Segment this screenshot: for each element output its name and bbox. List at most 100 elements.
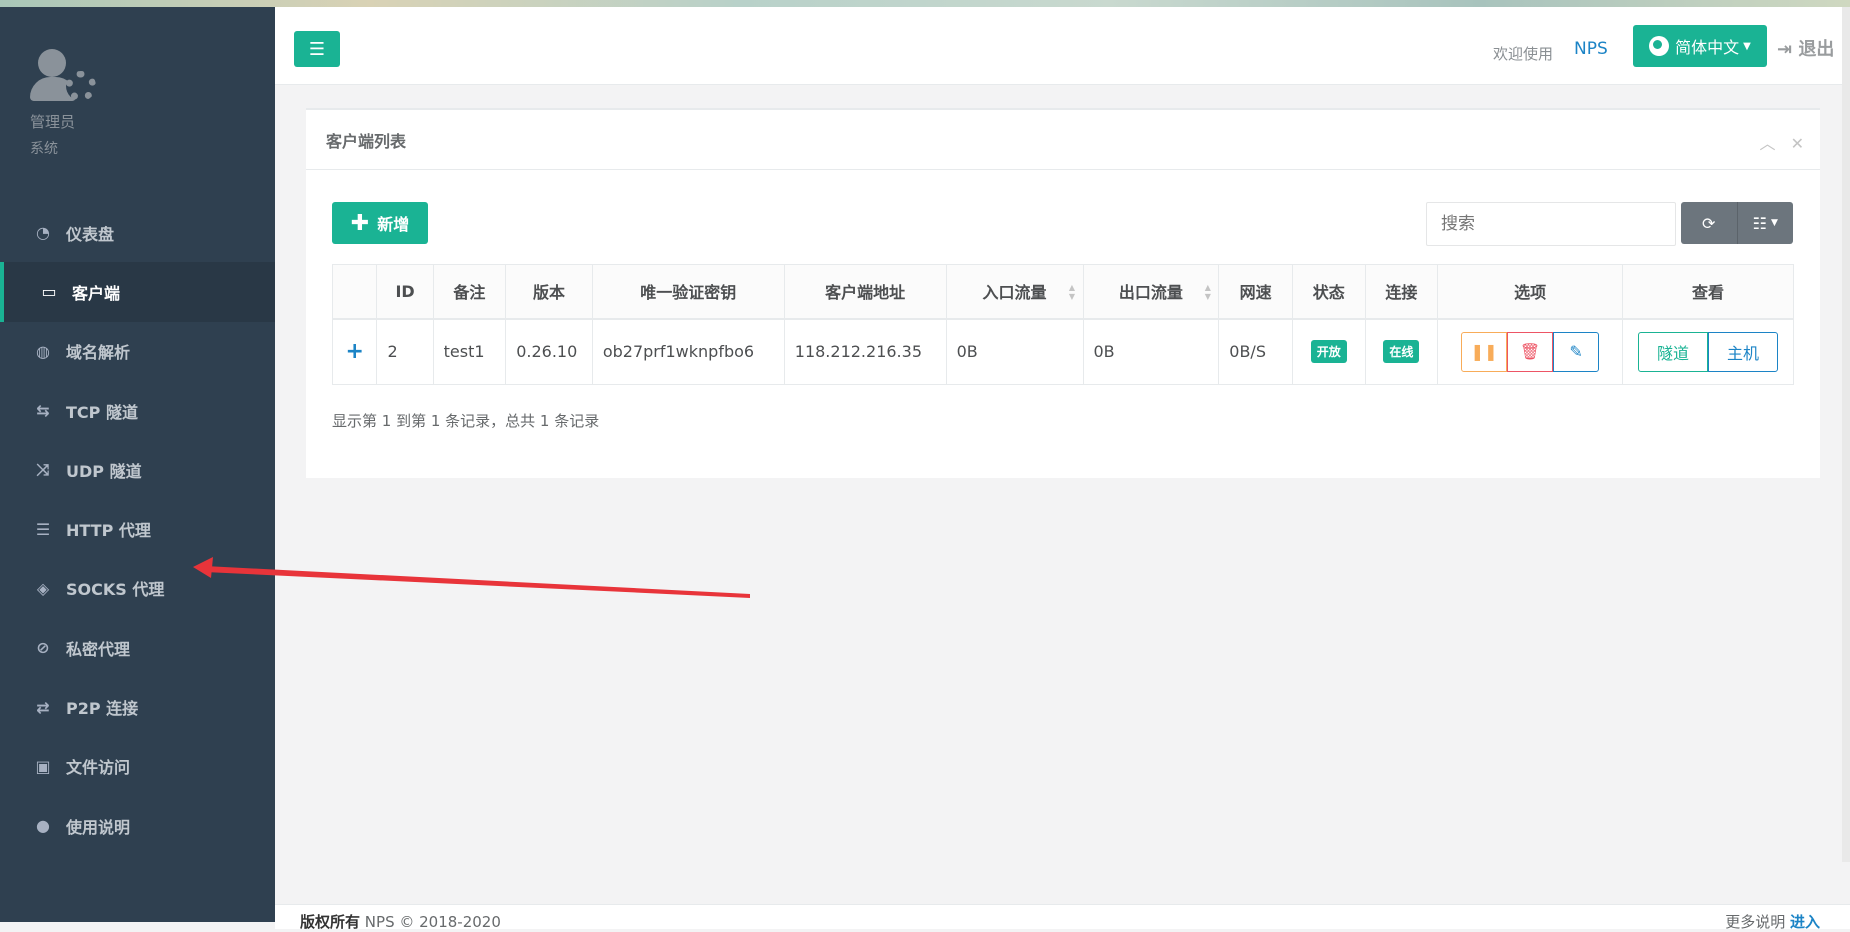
cell-in-flow: 0B [945, 318, 1084, 385]
sidebar-item-dashboard[interactable]: ◔ 仪表盘 [0, 203, 275, 262]
sidebar-item-label: 仪表盘 [66, 224, 115, 244]
th-connection[interactable]: 连接 [1364, 264, 1439, 320]
client-table: ID 备注 版本 唯一验证密钥 客户端地址 入口流量 出口流量 网速 状态 连接… [331, 264, 1794, 385]
sidebar-item-label: 私密代理 [66, 639, 131, 659]
scrollbar[interactable] [1842, 7, 1850, 862]
th-key[interactable]: 唯一验证密钥 [591, 264, 785, 320]
sidebar-item-p2p[interactable]: ⇄ P2P 连接 [0, 677, 275, 736]
cell-connection: 在线 [1364, 318, 1439, 385]
retweet-icon: ⇆ [36, 401, 50, 421]
more-link[interactable]: 进入 [1790, 913, 1820, 931]
pagination-summary: 显示第 1 到第 1 条记录，总共 1 条记录 [332, 412, 600, 430]
list-icon: ☷ [1752, 213, 1767, 233]
plus-icon: ✚ [350, 210, 370, 236]
sidebar-item-label: UDP 隧道 [66, 461, 142, 481]
th-status[interactable]: 状态 [1292, 264, 1366, 320]
top-navbar: ☰ 欢迎使用 NPS 简体中文 ▼ ⇥ 退出 [275, 7, 1850, 85]
th-remark[interactable]: 备注 [432, 264, 507, 320]
host-button[interactable]: 主机 [1708, 331, 1779, 372]
cell-options: ❚❚ 🗑 ✎ [1437, 318, 1624, 385]
sidebar-item-label: 文件访问 [66, 758, 131, 778]
sidebar-item-domain[interactable]: ◍ 域名解析 [0, 322, 275, 381]
sidebar-item-label: TCP 隧道 [66, 402, 138, 422]
options-button-group: ❚❚ 🗑 ✎ [1461, 331, 1600, 372]
exchange-icon: ⇄ [36, 697, 50, 717]
sidebar-item-label: 客户端 [72, 283, 121, 303]
client-list-card: 客户端列表 ︿ ✕ ✚ 新增 ⟳ ☷▼ ID 备注 版本 唯一验证密钥 客户端地址… [306, 108, 1820, 478]
card-tools: ︿ ✕ [1759, 130, 1804, 154]
menu-toggle-button[interactable]: ☰ [294, 31, 340, 67]
brand-link[interactable]: NPS [1574, 39, 1608, 59]
card-title: 客户端列表 [306, 110, 1820, 170]
desktop-icon: ▭ [41, 282, 57, 302]
trash-icon: 🗑 [1519, 342, 1541, 362]
edit-icon: ✎ [1569, 342, 1583, 362]
sign-out-icon: ⇥ [1777, 39, 1793, 60]
cell-id: 2 [376, 318, 434, 385]
server-icon: ☰ [35, 519, 51, 539]
refresh-button[interactable]: ⟳ [1681, 202, 1737, 244]
admin-avatar-icon[interactable] [30, 49, 96, 103]
footer: 版权所有 NPS © 2018-2020 更多说明 进入 [275, 904, 1850, 931]
language-label: 简体中文 [1675, 38, 1740, 57]
sidebar-item-udp[interactable]: ⤨ UDP 隧道 [0, 440, 275, 499]
copyright-text: NPS © 2018-2020 [364, 913, 501, 931]
top-strip [0, 0, 1850, 7]
columns-dropdown-button[interactable]: ☷ ▼ [1736, 202, 1794, 244]
expand-plus-icon[interactable]: + [346, 339, 364, 364]
logout-link[interactable]: ⇥ 退出 [1777, 35, 1834, 61]
profile: 管理员 系统 [30, 49, 96, 158]
cell-key: ob27prf1wknpfbo6 [591, 318, 785, 385]
language-dropdown[interactable]: 简体中文 ▼ [1633, 25, 1767, 67]
close-icon[interactable]: ✕ [1791, 134, 1804, 153]
delete-button[interactable]: 🗑 [1507, 331, 1554, 372]
view-button-group: 隧道 主机 [1638, 331, 1779, 372]
copyright-label: 版权所有 [300, 913, 361, 931]
cell-rate: 0B/S [1218, 318, 1293, 385]
sidebar-item-secret[interactable]: ⊘ 私密代理 [0, 618, 275, 677]
sidebar-item-http[interactable]: ☰ HTTP 代理 [0, 499, 275, 558]
th-out-flow[interactable]: 出口流量 [1082, 264, 1220, 320]
dashboard-icon: ◔ [36, 223, 50, 243]
th-in-flow[interactable]: 入口流量 [945, 264, 1084, 320]
add-label: 新增 [377, 215, 410, 234]
refresh-icon: ⟳ [1702, 213, 1716, 233]
tunnel-button[interactable]: 隧道 [1638, 331, 1709, 372]
table-row: + 2 test1 0.26.10 ob27prf1wknpfbo6 118.2… [331, 318, 1794, 385]
sidebar-item-label: SOCKS 代理 [66, 580, 165, 600]
sidebar-item-file[interactable]: ▣ 文件访问 [0, 737, 275, 796]
sidebar-item-label: 使用说明 [66, 817, 131, 837]
add-client-button[interactable]: ✚ 新增 [332, 202, 428, 244]
lightbulb-icon: ● [36, 816, 50, 836]
th-address[interactable]: 客户端地址 [783, 264, 947, 320]
sidebar-item-tcp[interactable]: ⇆ TCP 隧道 [0, 381, 275, 440]
collapse-icon[interactable]: ︿ [1759, 134, 1775, 153]
pause-button[interactable]: ❚❚ [1461, 331, 1508, 372]
expand-cell[interactable]: + [331, 318, 378, 385]
sidebar-item-label: P2P 连接 [66, 699, 139, 719]
sidebar-item-client[interactable]: ▭ 客户端 [0, 262, 275, 322]
sidebar-item-help[interactable]: ● 使用说明 [0, 796, 275, 855]
th-id[interactable]: ID [376, 264, 434, 320]
cell-version: 0.26.10 [505, 318, 593, 385]
sidebar-nav: ◔ 仪表盘 ▭ 客户端 ◍ 域名解析 ⇆ TCP 隧道 ⤨ UDP 隧道 ☰ HTTP 代理… [0, 203, 275, 855]
eye-slash-icon: ⊘ [36, 638, 50, 658]
edit-button[interactable]: ✎ [1553, 331, 1600, 372]
cell-address: 118.212.216.35 [783, 318, 947, 385]
th-rate[interactable]: 网速 [1218, 264, 1293, 320]
bars-icon: ☰ [308, 38, 326, 60]
globe-icon [1649, 36, 1670, 56]
table-toolbar: ⟳ ☷ ▼ [1681, 202, 1793, 244]
main-area: ☰ 欢迎使用 NPS 简体中文▼ ⇥ 退出 客户端列表 ︿ ✕ ✚ 新增 ⟳ ☷▼… [275, 7, 1850, 931]
sidebar-item-socks[interactable]: ◈ SOCKS 代理 [0, 559, 275, 618]
cell-remark: test1 [432, 318, 507, 385]
briefcase-icon: ▣ [35, 756, 51, 776]
th-version[interactable]: 版本 [505, 264, 593, 320]
th-expand [331, 264, 378, 320]
profile-sub: 系统 [30, 141, 58, 157]
search-input[interactable] [1426, 202, 1676, 246]
caret-down-icon: ▼ [1770, 218, 1778, 228]
sidebar: 管理员 系统 ◔ 仪表盘 ▭ 客户端 ◍ 域名解析 ⇆ TCP 隧道 ⤨ UDP 隧道 ☰… [0, 7, 275, 922]
connection-badge: 在线 [1383, 340, 1420, 364]
cell-status: 开放 [1292, 318, 1366, 385]
